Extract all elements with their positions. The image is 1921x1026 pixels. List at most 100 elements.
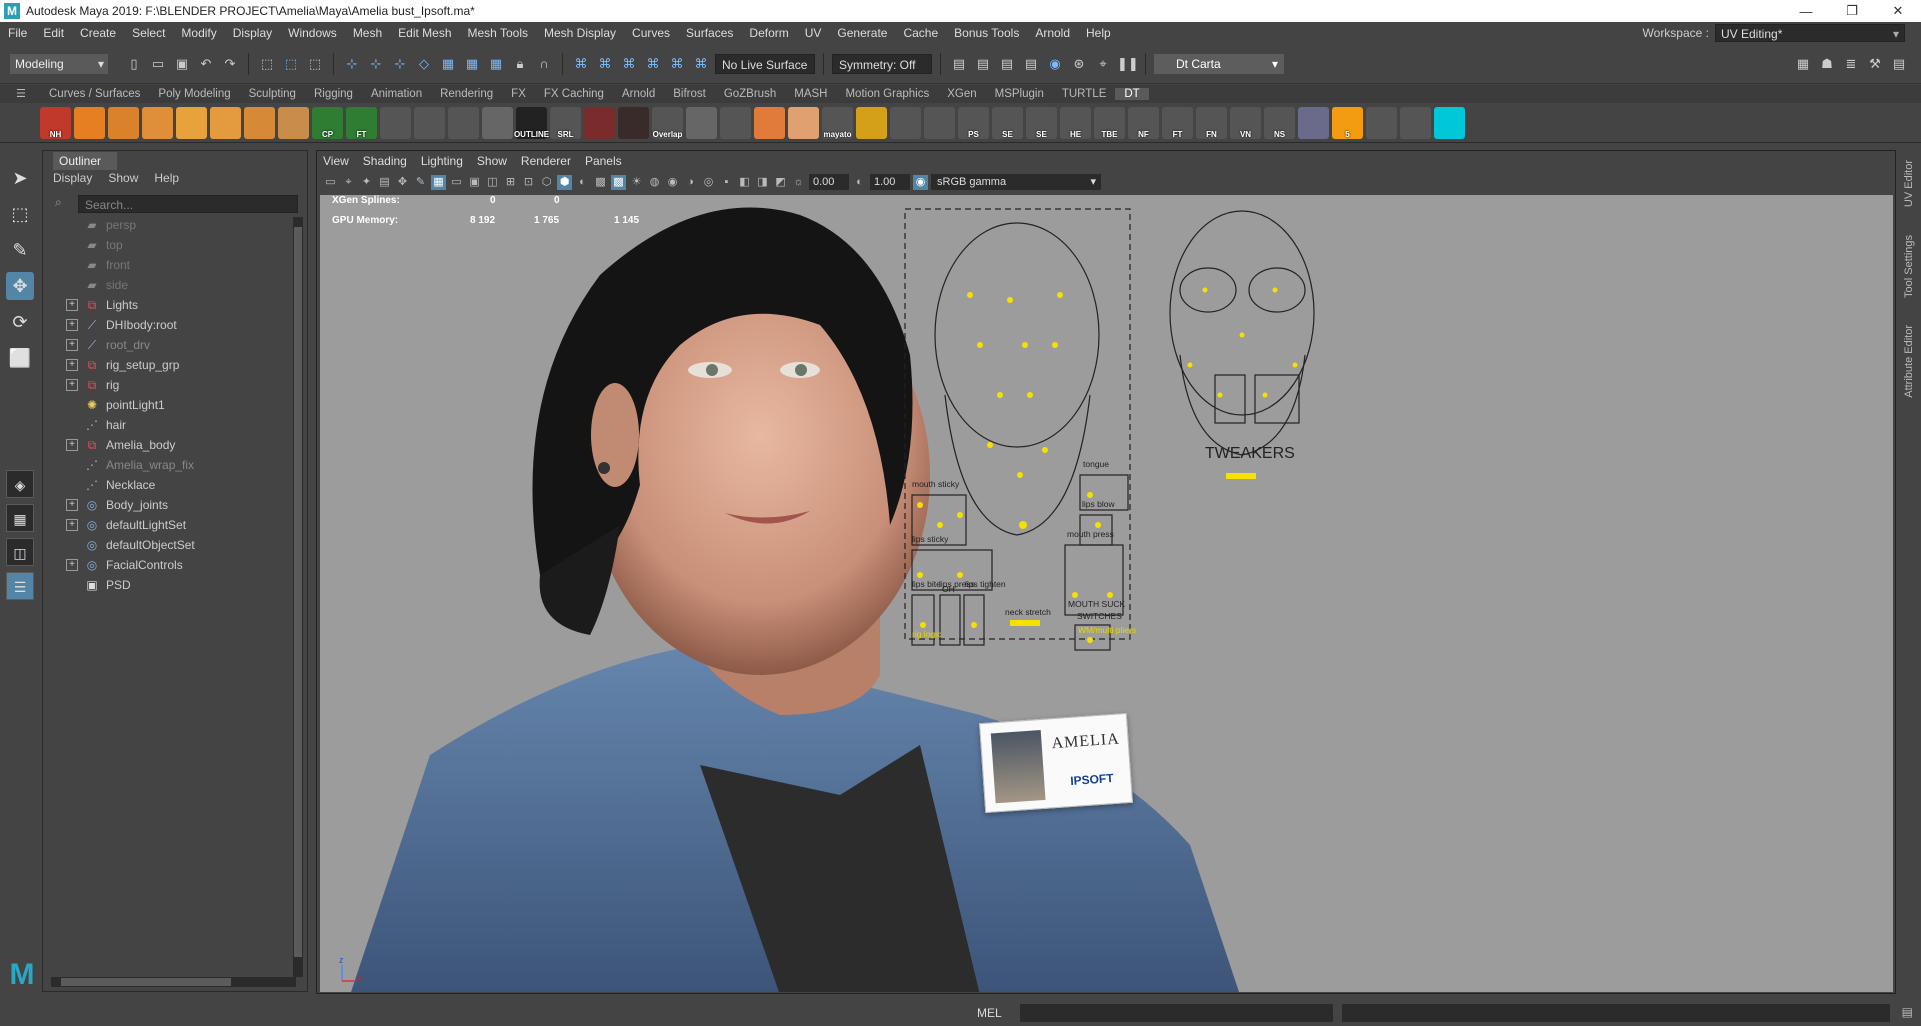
menu-select[interactable]: Select (124, 26, 173, 40)
outliner-item[interactable]: + ⧉ rig (43, 375, 293, 395)
outliner-item[interactable]: ▣ PSD (43, 575, 293, 595)
outliner-item[interactable]: + ◎ FacialControls (43, 555, 293, 575)
script-editor-icon[interactable]: ▤ (1902, 1005, 1913, 1019)
shelf-tool-icon[interactable]: FN (1196, 106, 1227, 139)
select-camera-icon[interactable]: ▭ (323, 175, 338, 190)
outliner-menu-show[interactable]: Show (108, 171, 138, 185)
bookmark-icon[interactable]: ✦ (359, 175, 374, 190)
wireframe-icon[interactable]: ⬡ (539, 175, 554, 190)
shelf-tab-xgen[interactable]: XGen (938, 88, 985, 100)
shelf-tool-icon[interactable] (720, 106, 751, 139)
smooth-shade-icon[interactable]: ⬢ (557, 174, 572, 190)
exposure-field[interactable]: 0.00 (809, 174, 849, 190)
redo-icon[interactable]: ↷ (220, 54, 240, 74)
expand-icon[interactable]: + (66, 319, 78, 331)
shelf-tab-rendering[interactable]: Rendering (431, 88, 502, 100)
outliner-horizontal-scrollbar[interactable] (51, 977, 296, 987)
shelf-tab-msplugin[interactable]: MSPlugin (986, 88, 1053, 100)
shelf-tab-mash[interactable]: MASH (785, 88, 836, 100)
script-language-label[interactable]: MEL (977, 1006, 1002, 1020)
shelf-tool-icon[interactable] (74, 106, 105, 139)
motion-blur-icon[interactable]: ◉ (665, 175, 680, 190)
gamma-field[interactable]: 1.00 (870, 174, 910, 190)
outliner-item[interactable]: + ⟋ root_drv (43, 335, 293, 355)
shelf-tool-icon[interactable] (414, 106, 445, 139)
menu-file[interactable]: File (0, 26, 35, 40)
camera-2d-pan-icon[interactable]: ✥ (395, 175, 410, 190)
shelf-tab-arnold[interactable]: Arnold (613, 88, 664, 100)
outliner-menu-display[interactable]: Display (53, 171, 92, 185)
user-account-dropdown[interactable]: Dt Carta (1154, 53, 1284, 74)
new-scene-icon[interactable]: ▯ (124, 54, 144, 74)
outliner-menu-help[interactable]: Help (154, 171, 179, 185)
persp-outliner-layout-icon[interactable]: ◫ (6, 538, 34, 566)
outliner-item[interactable]: + ⧉ rig_setup_grp (43, 355, 293, 375)
shelf-tool-icon[interactable] (108, 106, 139, 139)
construction-history-icon[interactable]: ⌘ (571, 54, 591, 74)
viewport-menu-lighting[interactable]: Lighting (421, 154, 463, 168)
pause-icon[interactable]: ❚❚ (1117, 54, 1139, 74)
menu-set-dropdown[interactable]: Modeling (10, 53, 108, 74)
shelf-tab-poly-modeling[interactable]: Poly Modeling (149, 88, 239, 100)
shelf-tool-icon[interactable]: NH (40, 106, 71, 139)
outliner-item[interactable]: ⋰ Necklace (43, 475, 293, 495)
menu-bonus-tools[interactable]: Bonus Tools (946, 26, 1027, 40)
use-all-lights-icon[interactable]: ▩ (611, 174, 626, 190)
outliner-layout-icon[interactable]: ☰ (6, 572, 34, 600)
shelf-tool-icon[interactable] (142, 106, 173, 139)
minimize-icon[interactable]: — (1783, 4, 1829, 19)
select-component-icon[interactable]: ⬚ (305, 54, 325, 74)
shelf-tab-dt[interactable]: DT (1115, 88, 1149, 100)
shelf-tool-icon[interactable]: 5 (1332, 106, 1363, 139)
select-tool-icon[interactable]: ➤ (6, 164, 34, 192)
shelf-tool-icon[interactable]: Overlap (652, 106, 683, 139)
snap-view-icon[interactable]: ◇ (414, 54, 434, 74)
shelf-tool-icon[interactable] (924, 106, 955, 139)
menu-display[interactable]: Display (225, 26, 280, 40)
outliner-item[interactable]: + ⟋ DHIbody:root (43, 315, 293, 335)
shelf-tool-icon[interactable] (380, 106, 411, 139)
expand-icon[interactable]: + (66, 359, 78, 371)
live-surface-field[interactable]: No Live Surface (715, 53, 815, 74)
view-transform-dropdown[interactable]: sRGB gamma (931, 174, 1101, 190)
shelf-tool-icon[interactable] (686, 106, 717, 139)
outliner-item[interactable]: + ◎ defaultLightSet (43, 515, 293, 535)
expand-icon[interactable]: + (66, 379, 78, 391)
xray-components-icon[interactable]: ◩ (773, 175, 788, 190)
menu-create[interactable]: Create (72, 26, 124, 40)
restore-icon[interactable]: ❐ (1829, 3, 1875, 19)
outliner-item[interactable]: ▰ persp (43, 215, 293, 235)
color-management-icon[interactable]: ◉ (913, 174, 928, 190)
save-scene-icon[interactable]: ▣ (172, 54, 192, 74)
gate-mask-icon[interactable]: ◫ (485, 175, 500, 190)
outliner-item[interactable]: ▰ top (43, 235, 293, 255)
arnold-ipr-icon[interactable]: ⌖ (1093, 54, 1113, 74)
shelf-tool-icon[interactable] (856, 106, 887, 139)
shelf-tool-icon[interactable] (244, 106, 275, 139)
menu-edit-mesh[interactable]: Edit Mesh (390, 26, 459, 40)
shelf-tool-icon[interactable] (482, 106, 513, 139)
snap-pivot-icon[interactable]: ▦ (486, 54, 506, 74)
isolate-select-icon[interactable]: ▪ (719, 175, 734, 190)
scrollbar-thumb[interactable] (61, 978, 231, 986)
shelf-tool-icon[interactable]: VN (1230, 106, 1261, 139)
scrollbar-thumb[interactable] (294, 227, 302, 957)
menu-windows[interactable]: Windows (280, 26, 345, 40)
menu-mesh[interactable]: Mesh (345, 26, 390, 40)
gamma-icon[interactable]: ◐ (852, 175, 867, 190)
wireframe-on-shaded-icon[interactable]: ◐ (575, 175, 590, 190)
menu-help[interactable]: Help (1078, 26, 1119, 40)
open-scene-icon[interactable]: ▭ (148, 54, 168, 74)
outliner-tab[interactable]: Outliner (53, 152, 117, 170)
xray-icon[interactable]: ⌘ (691, 54, 711, 74)
input-ops-icon[interactable]: ⌘ (595, 54, 615, 74)
select-object-icon[interactable]: ⬚ (281, 54, 301, 74)
outliner-item[interactable]: + ⧉ Lights (43, 295, 293, 315)
undo-icon[interactable]: ↶ (196, 54, 216, 74)
shelf-tab-rigging[interactable]: Rigging (305, 88, 362, 100)
grid-icon[interactable]: ▦ (431, 174, 446, 190)
snap-grid-icon[interactable]: ⊹ (342, 54, 362, 74)
shelf-tab-fx[interactable]: FX (502, 88, 535, 100)
channel-box-icon[interactable]: ▤ (1889, 54, 1909, 74)
shelf-tool-icon[interactable] (210, 106, 241, 139)
